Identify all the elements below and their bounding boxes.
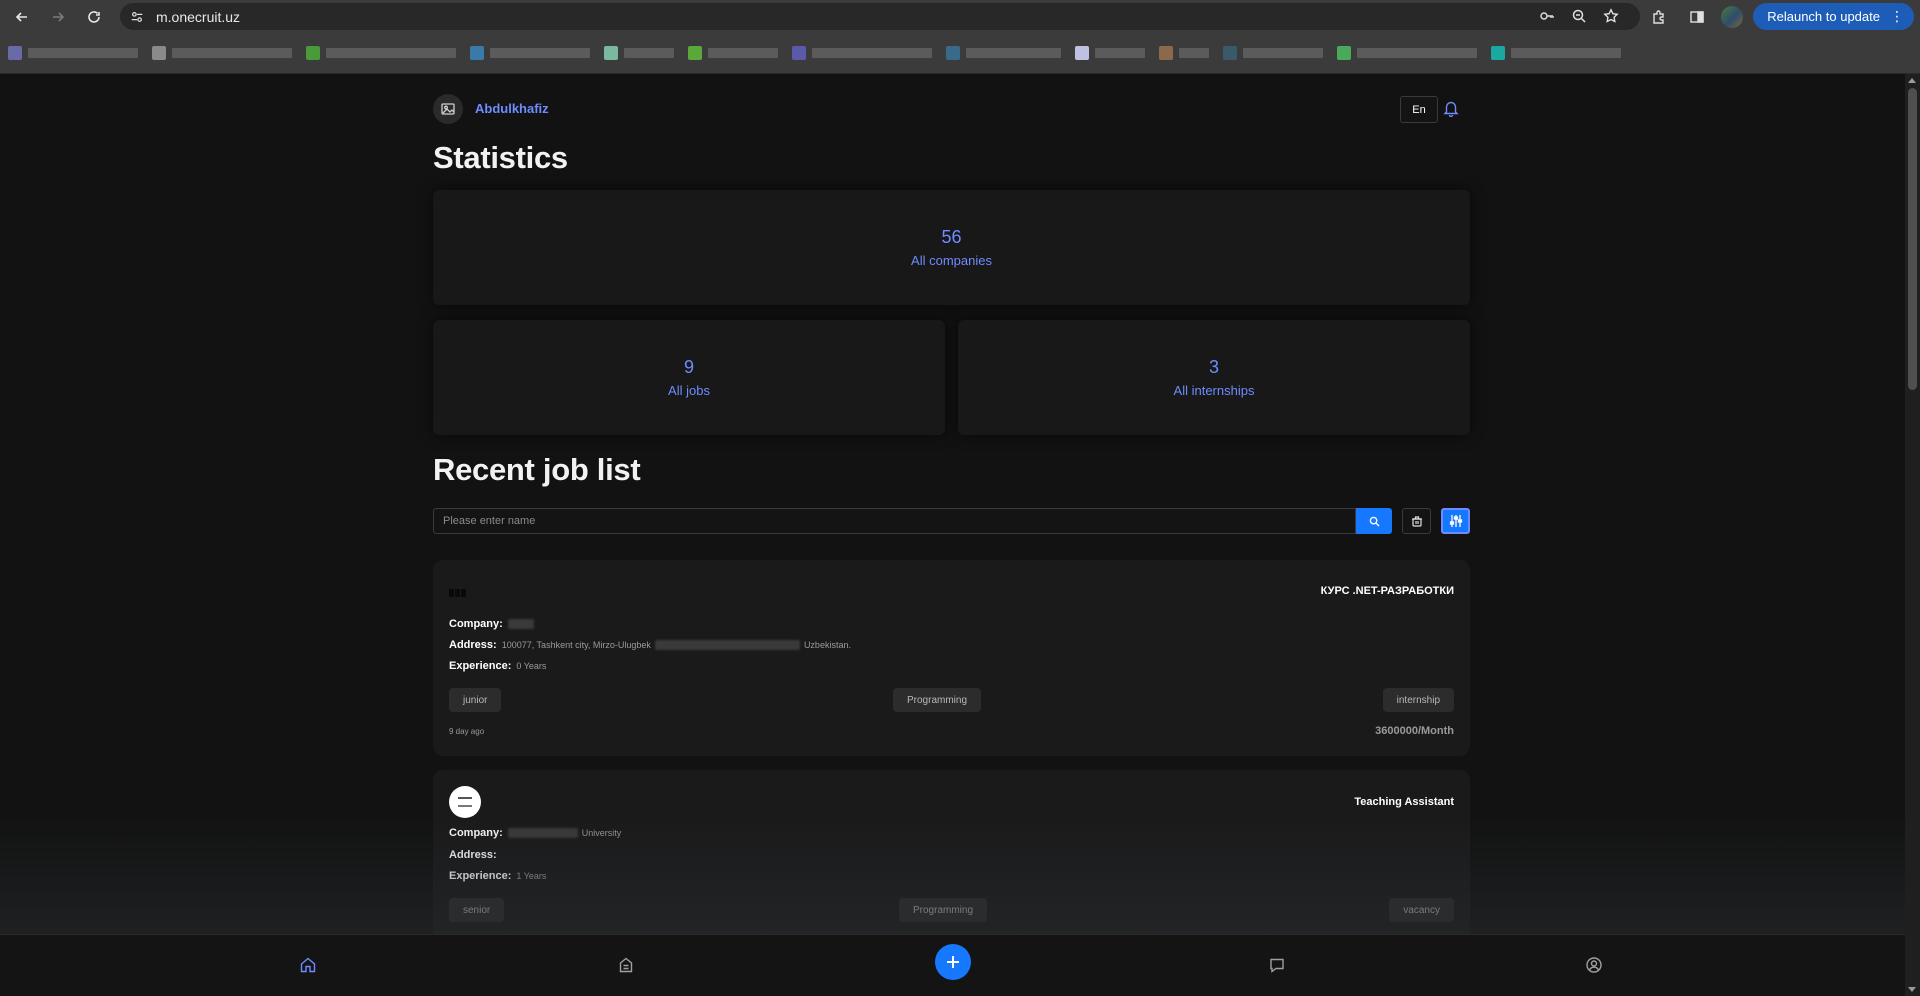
redacted-company [507, 828, 578, 838]
experience-value: 0 Years [516, 661, 547, 671]
language-button[interactable]: En [1400, 96, 1438, 123]
bookmark-item[interactable] [306, 46, 456, 60]
search-row [433, 508, 1470, 534]
salary: 3600000/Month [1375, 725, 1454, 737]
tag-type[interactable]: vacancy [1389, 898, 1454, 922]
profile-avatar[interactable] [1721, 5, 1744, 28]
posted-time: 9 day ago [449, 727, 485, 736]
tag-category[interactable]: Programming [893, 688, 982, 712]
company-logo [449, 584, 477, 597]
app-header: Abdulkhafiz En [433, 92, 1470, 126]
bookmark-item[interactable] [1337, 46, 1477, 60]
job-experience: Experience: 0 Years [449, 660, 546, 672]
job-company: Company: University [449, 827, 621, 839]
stat-card-internships[interactable]: 3 All internships [958, 320, 1470, 435]
job-title: Teaching Assistant [1354, 796, 1454, 808]
stat-card-companies[interactable]: 56 All companies [433, 190, 1470, 305]
tag-category[interactable]: Programming [899, 898, 988, 922]
extensions-icon[interactable] [1645, 3, 1673, 31]
company-label: Company: [449, 618, 503, 630]
stat-value: 9 [683, 357, 694, 377]
job-card[interactable]: КУРС .NET-РАЗРАБОТКИ Company: Address: 1… [433, 560, 1470, 756]
forward-icon[interactable] [44, 3, 72, 31]
bookmark-item[interactable] [1491, 46, 1621, 60]
chat-icon[interactable] [1265, 953, 1289, 977]
scrollbar-thumb[interactable] [1908, 88, 1917, 390]
bookmark-item[interactable] [8, 46, 138, 60]
relaunch-button[interactable]: Relaunch to update ⋮ [1753, 3, 1914, 30]
briefcase-icon[interactable] [614, 953, 638, 977]
bookmark-item[interactable] [152, 46, 292, 60]
filter-button[interactable] [1441, 508, 1470, 534]
bookmark-item[interactable] [688, 46, 778, 60]
bookmark-item[interactable] [470, 46, 590, 60]
bookmark-item[interactable] [1159, 46, 1209, 60]
stat-label: All internships [1173, 383, 1255, 398]
username[interactable]: Abdulkhafiz [475, 101, 549, 116]
redacted-address [654, 640, 800, 650]
reload-icon[interactable] [80, 3, 108, 31]
zoom-icon[interactable] [1568, 5, 1590, 27]
side-panel-icon[interactable] [1683, 3, 1711, 31]
bookmark-star-icon[interactable] [1600, 5, 1622, 27]
search-input[interactable] [433, 508, 1356, 534]
job-title: КУРС .NET-РАЗРАБОТКИ [1320, 585, 1454, 597]
user-avatar[interactable] [433, 94, 463, 124]
relaunch-label: Relaunch to update [1767, 9, 1880, 24]
bookmark-item[interactable] [792, 46, 932, 60]
job-company: Company: [449, 618, 534, 630]
url-text: m.onecruit.uz [156, 8, 241, 25]
back-icon[interactable] [8, 3, 36, 31]
search-button[interactable] [1356, 508, 1392, 534]
bookmarks-bar [0, 33, 1920, 74]
address-label: Address: [449, 849, 497, 861]
bookmark-item[interactable] [1223, 46, 1323, 60]
tag-level[interactable]: senior [449, 898, 505, 922]
page-scrollbar[interactable] [1905, 74, 1920, 996]
job-experience: Experience: 1 Years [449, 870, 546, 882]
recent-job-list-title: Recent job list [433, 452, 641, 487]
bookmark-item[interactable] [946, 46, 1061, 60]
tag-type[interactable]: internship [1382, 688, 1454, 712]
stat-label: All companies [911, 253, 992, 268]
bottom-navigation [0, 934, 1905, 996]
add-button[interactable] [935, 944, 971, 980]
stat-value: 56 [941, 227, 962, 247]
more-vertical-icon: ⋮ [1890, 8, 1904, 24]
stat-label: All jobs [668, 383, 710, 398]
bell-icon[interactable] [1442, 99, 1462, 119]
page-viewport: Abdulkhafiz En Statistics 56 All compani… [0, 74, 1905, 996]
statistics-title: Statistics [433, 140, 568, 175]
key-icon[interactable] [1536, 5, 1558, 27]
bookmark-item[interactable] [1075, 46, 1145, 60]
scroll-up-icon[interactable] [1908, 78, 1916, 83]
stat-value: 3 [1208, 357, 1219, 377]
job-address: Address: [449, 849, 502, 861]
company-tail: University [581, 828, 622, 838]
clear-filter-button[interactable] [1402, 508, 1431, 534]
stat-card-jobs[interactable]: 9 All jobs [433, 320, 945, 435]
redacted-company [507, 619, 534, 629]
experience-label: Experience: [449, 660, 512, 672]
company-logo [449, 786, 481, 818]
browser-toolbar: m.onecruit.uz Relaunch to update ⋮ [0, 0, 1920, 33]
bookmark-item[interactable] [604, 46, 674, 60]
company-label: Company: [449, 827, 503, 839]
address-tail: Uzbekistan. [803, 640, 851, 650]
site-info-icon[interactable] [126, 6, 148, 28]
tag-level[interactable]: junior [449, 688, 502, 712]
scroll-down-icon[interactable] [1908, 987, 1916, 992]
address-bar[interactable]: m.onecruit.uz [120, 3, 1640, 30]
job-address: Address: 100077, Tashkent city, Mirzo-Ul… [449, 639, 851, 651]
experience-value: 1 Years [516, 871, 547, 881]
home-icon[interactable] [296, 953, 320, 977]
user-circle-icon[interactable] [1582, 953, 1606, 977]
address-value: 100077, Tashkent city, Mirzo-Ulugbek [501, 640, 651, 650]
experience-label: Experience: [449, 870, 512, 882]
address-label: Address: [449, 639, 497, 651]
